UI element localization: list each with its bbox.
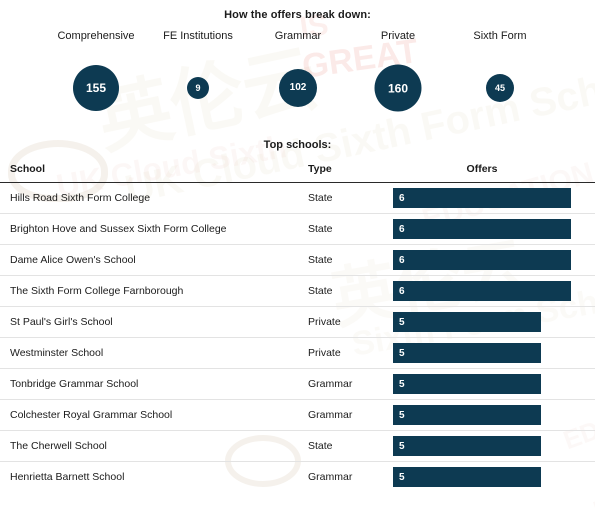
cell-offers-bar: 5 [393, 343, 541, 363]
cell-school-name: Hills Road Sixth Form College [10, 192, 151, 204]
cell-offers-bar: 5 [393, 405, 541, 425]
cell-school-type: Private [308, 316, 341, 328]
table-row: Brighton Hove and Sussex Sixth Form Coll… [0, 214, 595, 245]
cell-school-type: Private [308, 347, 341, 359]
breakdown-bubble-chart: Comprehensive 155 FE Institutions 9 Grammar 1… [0, 29, 595, 135]
offers-bar-value: 5 [399, 409, 405, 421]
offers-bar-value: 6 [399, 285, 405, 297]
table-row: Hills Road Sixth Form College State 6 [0, 183, 595, 214]
offers-bar-value: 5 [399, 347, 405, 359]
offers-bar-value: 5 [399, 316, 405, 328]
table-row: Tonbridge Grammar School Grammar 5 [0, 369, 595, 400]
cell-school-type: Grammar [308, 409, 353, 421]
breakdown-category-5: Sixth Form 45 [430, 29, 570, 121]
cell-offers-bar: 5 [393, 312, 541, 332]
breakdown-bubble-value: 155 [73, 65, 119, 111]
offers-bar: 6 [393, 188, 571, 208]
table-title: Top schools: [263, 139, 332, 151]
cell-school-name: Dame Alice Owen's School [10, 254, 136, 266]
offers-bar: 5 [393, 312, 541, 332]
offers-bar: 5 [393, 436, 541, 456]
offers-bar: 5 [393, 467, 541, 487]
cell-offers-bar: 6 [393, 250, 571, 270]
offers-bar: 6 [393, 219, 571, 239]
breakdown-title: How the offers break down: [224, 9, 371, 21]
offers-bar-value: 6 [399, 223, 405, 235]
cell-school-type: Grammar [308, 471, 353, 483]
offers-bar-value: 6 [399, 192, 405, 204]
cell-school-type: Grammar [308, 378, 353, 390]
offers-bar-value: 5 [399, 378, 405, 390]
offers-bar-value: 6 [399, 254, 405, 266]
cell-school-name: Henrietta Barnett School [10, 471, 125, 483]
cell-offers-bar: 5 [393, 467, 541, 487]
cell-school-name: The Sixth Form College Farnborough [10, 285, 184, 297]
offers-bar-value: 5 [399, 471, 405, 483]
offers-bar-value: 5 [399, 440, 405, 452]
cell-offers-bar: 6 [393, 188, 571, 208]
column-header-school: School [10, 163, 46, 175]
breakdown-category-label: Sixth Form [473, 30, 527, 42]
breakdown-bubble-value: 102 [279, 69, 317, 107]
breakdown-bubble-value: 45 [486, 74, 514, 102]
table-row: The Sixth Form College Farnborough State 6 [0, 276, 595, 307]
offers-bar: 5 [393, 374, 541, 394]
breakdown-bubble-holder: 45 [430, 55, 570, 121]
cell-offers-bar: 6 [393, 219, 571, 239]
offers-bar: 6 [393, 281, 571, 301]
column-header-offers: Offers [466, 163, 498, 175]
table-row: Henrietta Barnett School Grammar 5 [0, 462, 595, 492]
table-row: St Paul's Girl's School Private 5 [0, 307, 595, 338]
offers-bar: 6 [393, 250, 571, 270]
cell-school-type: State [308, 285, 333, 297]
cell-offers-bar: 5 [393, 374, 541, 394]
table-body: Hills Road Sixth Form College State 6 Brigh… [0, 183, 595, 492]
cell-offers-bar: 5 [393, 436, 541, 456]
table-row: Colchester Royal Grammar School Grammar 5 [0, 400, 595, 431]
table-row: Dame Alice Owen's School State 6 [0, 245, 595, 276]
cell-school-type: State [308, 223, 333, 235]
table-header-row: School Type Offers [0, 163, 595, 183]
cell-school-type: State [308, 440, 333, 452]
cell-school-type: State [308, 192, 333, 204]
breakdown-bubble-value: 9 [187, 77, 209, 99]
breakdown-bubble-value: 160 [374, 64, 422, 112]
cell-school-name: Colchester Royal Grammar School [10, 409, 173, 421]
cell-offers-bar: 6 [393, 281, 571, 301]
cell-school-type: State [308, 254, 333, 266]
offers-bar: 5 [393, 343, 541, 363]
infographic-root: How the offers break down: Comprehensive… [0, 0, 595, 492]
table-row: The Cherwell School State 5 [0, 431, 595, 462]
offers-bar: 5 [393, 405, 541, 425]
top-schools-table: School Type Offers Hills Road Sixth Form… [0, 163, 595, 492]
cell-school-name: St Paul's Girl's School [10, 316, 113, 328]
column-header-type: Type [308, 163, 332, 175]
cell-school-name: Brighton Hove and Sussex Sixth Form Coll… [10, 223, 227, 235]
cell-school-name: Tonbridge Grammar School [10, 378, 139, 390]
cell-school-name: The Cherwell School [10, 440, 107, 452]
cell-school-name: Westminster School [10, 347, 104, 359]
table-row: Westminster School Private 5 [0, 338, 595, 369]
